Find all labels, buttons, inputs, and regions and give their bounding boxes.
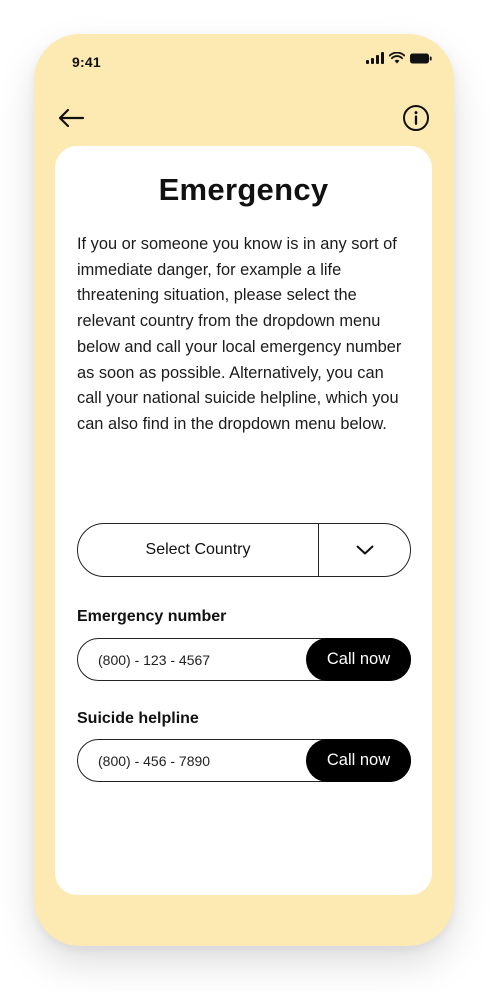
signal-icon	[366, 52, 384, 64]
country-select-toggle[interactable]	[319, 524, 410, 576]
phone-frame: 9:41 Emergency If you or someone you kno…	[34, 34, 454, 946]
wifi-icon	[389, 52, 405, 64]
suicide-helpline-field: (800) - 456 - 7890 Call now	[77, 739, 411, 782]
emergency-number-label: Emergency number	[77, 608, 227, 625]
status-time: 9:41	[72, 54, 101, 70]
chevron-down-icon	[356, 545, 373, 555]
info-button[interactable]	[402, 104, 430, 132]
back-button[interactable]	[56, 104, 86, 132]
info-circle-icon	[403, 105, 429, 131]
country-select[interactable]: Select Country	[77, 523, 411, 577]
call-helpline-button[interactable]: Call now	[306, 739, 411, 782]
status-icons	[366, 52, 432, 64]
emergency-card: Emergency If you or someone you know is …	[55, 146, 432, 895]
emergency-number-value: (800) - 123 - 4567	[98, 651, 211, 668]
suicide-helpline-value: (800) - 456 - 7890	[98, 752, 211, 769]
call-emergency-button[interactable]: Call now	[306, 638, 411, 681]
page-title: Emergency	[158, 172, 329, 207]
suicide-helpline-label: Suicide helpline	[77, 710, 199, 727]
status-bar: 9:41	[34, 34, 454, 94]
battery-icon	[410, 53, 432, 64]
country-select-label: Select Country	[145, 541, 251, 558]
arrow-left-icon	[58, 108, 85, 128]
emergency-description: If you or someone you know is in any sor…	[77, 235, 402, 433]
emergency-number-field: (800) - 123 - 4567 Call now	[77, 638, 411, 681]
